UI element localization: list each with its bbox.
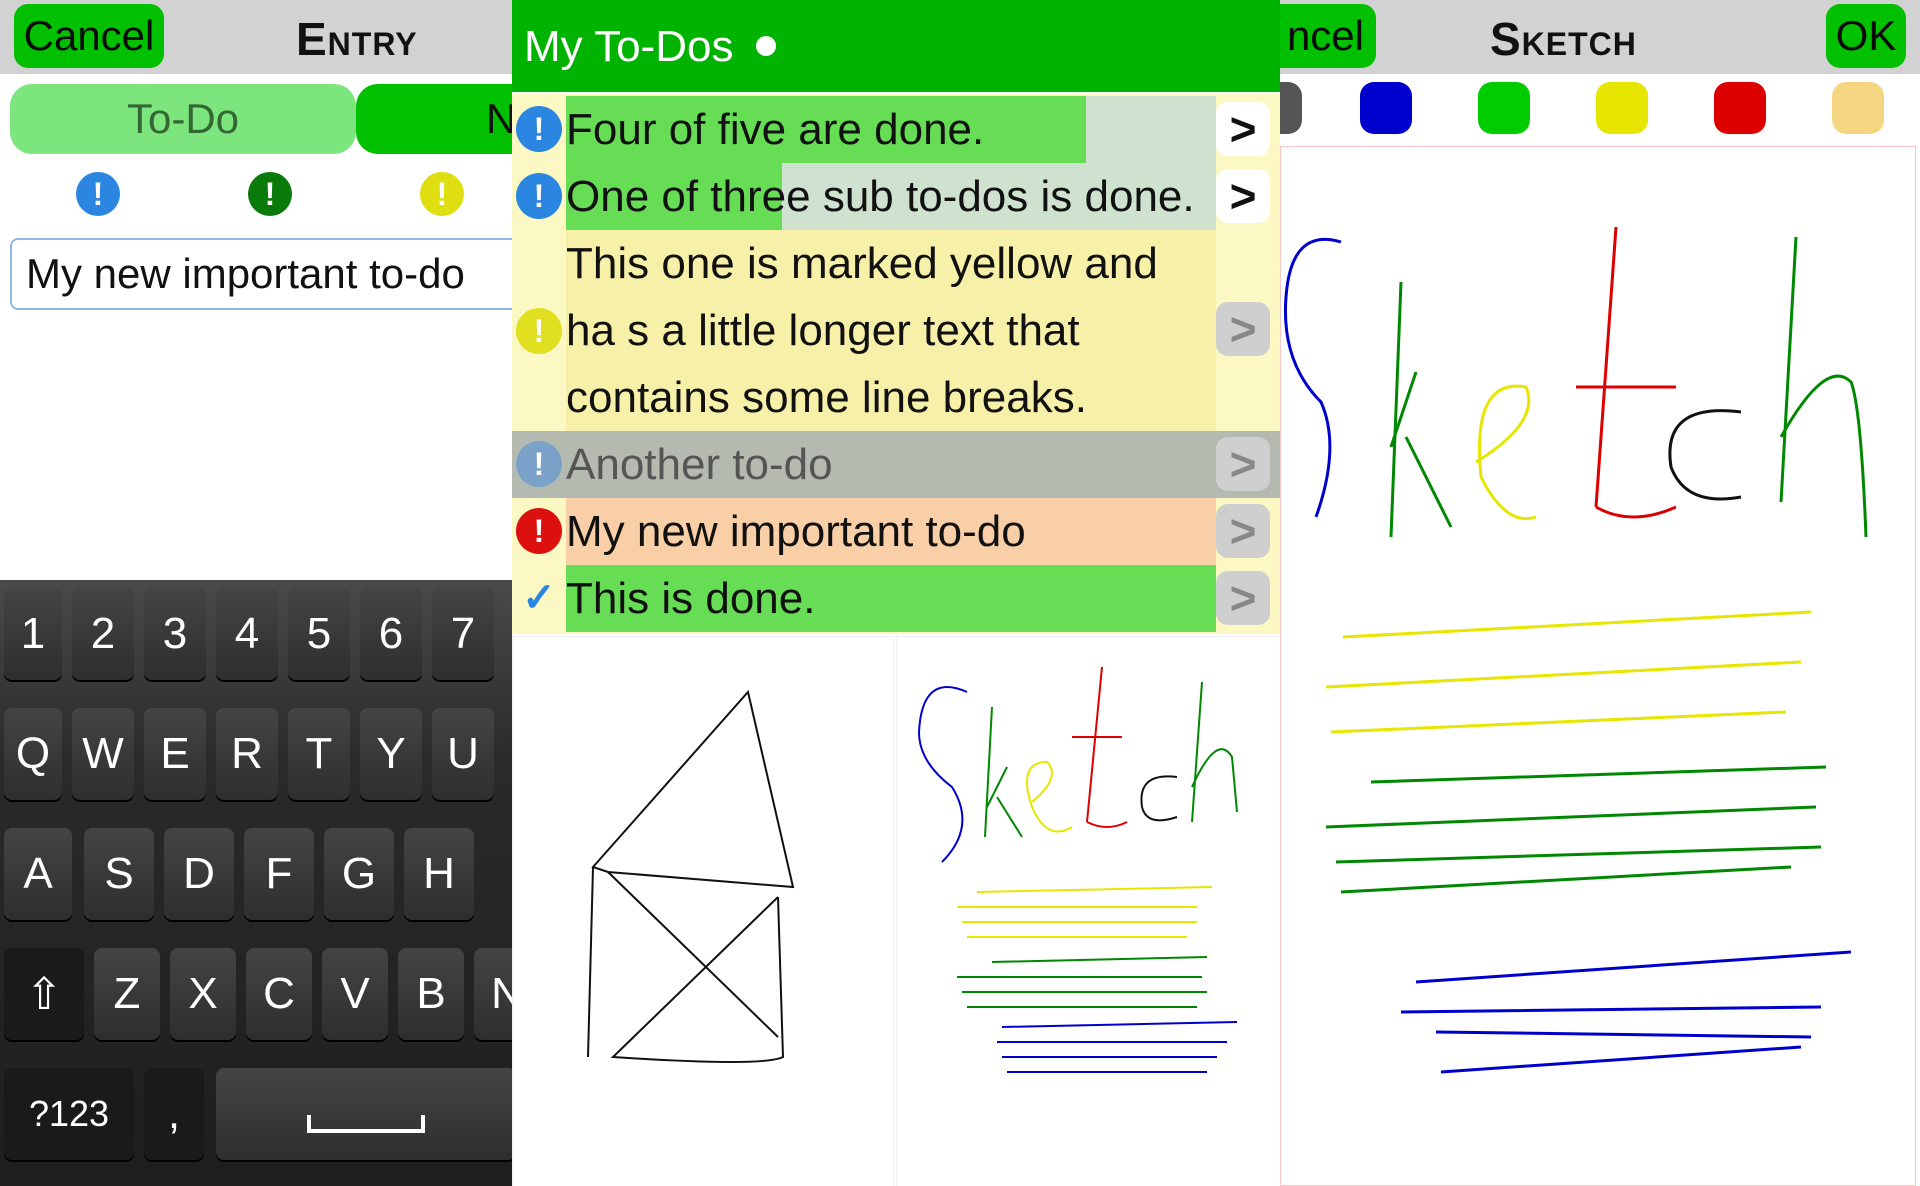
key-f[interactable]: F xyxy=(244,828,314,920)
green-priority-icon[interactable]: ! xyxy=(248,172,292,216)
key-z[interactable]: Z xyxy=(94,948,160,1040)
key-r[interactable]: R xyxy=(216,708,278,800)
chevron-right-icon[interactable]: > xyxy=(1216,571,1270,625)
todo-text: This one is marked yellow and ha s a lit… xyxy=(566,239,1158,422)
key-2[interactable]: 2 xyxy=(72,588,134,680)
pen-yellow-icon[interactable] xyxy=(1596,82,1648,134)
ok-label: OK xyxy=(1835,12,1897,59)
todo-list: ! Four of five are done. > ! One of thre… xyxy=(512,94,1280,634)
key-4[interactable]: 4 xyxy=(216,588,278,680)
key-g[interactable]: G xyxy=(324,828,394,920)
segment-note[interactable]: N xyxy=(356,84,512,154)
sketch-panel: ncel Sketch OK xyxy=(1280,0,1920,1186)
list-title: My To-Dos xyxy=(524,22,734,71)
todo-text: My new important to-do xyxy=(566,507,1026,556)
mode-key[interactable]: ?123 xyxy=(4,1068,134,1160)
key-1[interactable]: 1 xyxy=(4,588,62,680)
space-key[interactable] xyxy=(216,1068,512,1160)
key-q[interactable]: Q xyxy=(4,708,62,800)
key-e[interactable]: E xyxy=(144,708,206,800)
todo-row[interactable]: ! My new important to-do > xyxy=(512,498,1280,565)
status-dot-icon xyxy=(756,36,776,56)
virtual-keyboard: 1 2 3 4 5 6 7 Q W E R T Y U A S D F G H … xyxy=(0,580,512,1186)
key-c[interactable]: C xyxy=(246,948,312,1040)
key-x[interactable]: X xyxy=(170,948,236,1040)
house-sketch-thumbnail[interactable] xyxy=(512,636,894,1186)
space-icon xyxy=(307,1115,425,1133)
todo-row[interactable]: ! This one is marked yellow and ha s a l… xyxy=(512,230,1280,431)
key-s[interactable]: S xyxy=(84,828,154,920)
key-5[interactable]: 5 xyxy=(288,588,350,680)
key-v[interactable]: V xyxy=(322,948,388,1040)
keyboard-row-zxcv: ⇧ Z X C V B N xyxy=(0,940,512,1040)
ok-button[interactable]: OK xyxy=(1826,4,1906,68)
key-b[interactable]: B xyxy=(398,948,464,1040)
pen-red-icon[interactable] xyxy=(1714,82,1766,134)
sketch-title: Sketch xyxy=(1490,13,1637,65)
todo-text: Another to-do xyxy=(566,440,833,489)
pen-black-icon[interactable] xyxy=(1280,82,1302,134)
sketch-canvas[interactable] xyxy=(1280,146,1916,1186)
grey-priority-icon: ! xyxy=(516,441,562,487)
keyboard-row-bottom: ?123 , xyxy=(0,1060,512,1160)
key-n[interactable]: N xyxy=(474,948,512,1040)
key-7[interactable]: 7 xyxy=(432,588,494,680)
eraser-icon[interactable] xyxy=(1832,82,1884,134)
list-panel: My To-Dos ! Four of five are done. > ! O… xyxy=(512,0,1280,1186)
key-3[interactable]: 3 xyxy=(144,588,206,680)
sketch-cancel-button[interactable]: ncel xyxy=(1280,4,1376,68)
keyboard-row-numbers: 1 2 3 4 5 6 7 xyxy=(0,580,512,680)
todo-row[interactable]: ! Another to-do > xyxy=(512,431,1280,498)
red-priority-icon: ! xyxy=(516,508,562,554)
chevron-right-icon[interactable]: > xyxy=(1216,504,1270,558)
sketch-thumbnail-drawing xyxy=(917,666,1238,1073)
checkmark-icon: ✓ xyxy=(522,576,556,620)
todo-text-input[interactable] xyxy=(10,238,512,310)
sketch-thumbnail[interactable] xyxy=(896,636,1280,1186)
yellow-priority-icon: ! xyxy=(516,308,562,354)
keyboard-row-asdf: A S D F G H xyxy=(0,820,512,920)
chevron-right-icon[interactable]: > xyxy=(1216,437,1270,491)
comma-key[interactable]: , xyxy=(144,1068,204,1160)
entry-panel: Cancel Entry To-Do N ! ! ! 1 2 3 4 5 6 7… xyxy=(0,0,512,1186)
keyboard-row-qwerty: Q W E R T Y U xyxy=(0,700,512,800)
cancel-button[interactable]: Cancel xyxy=(14,4,164,68)
todo-text: This is done. xyxy=(566,574,816,623)
key-u[interactable]: U xyxy=(432,708,494,800)
sketch-canvas-drawing xyxy=(1283,226,1868,1074)
cancel-label: Cancel xyxy=(23,12,155,59)
todo-row[interactable]: ! One of three sub to-dos is done. > xyxy=(512,163,1280,230)
pen-blue-icon[interactable] xyxy=(1360,82,1412,134)
blue-priority-icon: ! xyxy=(516,173,562,219)
chevron-right-icon[interactable]: > xyxy=(1216,302,1270,356)
todo-text: Four of five are done. xyxy=(566,105,985,154)
key-6[interactable]: 6 xyxy=(360,588,422,680)
key-h[interactable]: H xyxy=(404,828,474,920)
list-header: My To-Dos xyxy=(512,0,1280,92)
shift-key[interactable]: ⇧ xyxy=(4,948,84,1040)
pen-green-icon[interactable] xyxy=(1478,82,1530,134)
key-w[interactable]: W xyxy=(72,708,134,800)
todo-text: One of three sub to-dos is done. xyxy=(566,172,1195,221)
todo-row[interactable]: ! Four of five are done. > xyxy=(512,96,1280,163)
house-sketch-drawing xyxy=(587,689,795,1063)
segment-note-label: N xyxy=(486,95,512,142)
page-title: Entry xyxy=(296,13,418,65)
segment-todo-label: To-Do xyxy=(126,95,240,142)
key-d[interactable]: D xyxy=(164,828,234,920)
chevron-right-icon[interactable]: > xyxy=(1216,102,1270,156)
blue-priority-icon: ! xyxy=(516,106,562,152)
todo-row[interactable]: ✓ This is done. > xyxy=(512,565,1280,632)
yellow-priority-icon[interactable]: ! xyxy=(420,172,464,216)
key-t[interactable]: T xyxy=(288,708,350,800)
key-a[interactable]: A xyxy=(4,828,72,920)
chevron-right-icon[interactable]: > xyxy=(1216,169,1270,223)
sketch-cancel-label: ncel xyxy=(1286,12,1364,59)
segment-todo[interactable]: To-Do xyxy=(10,84,356,154)
blue-priority-icon[interactable]: ! xyxy=(76,172,120,216)
key-y[interactable]: Y xyxy=(360,708,422,800)
